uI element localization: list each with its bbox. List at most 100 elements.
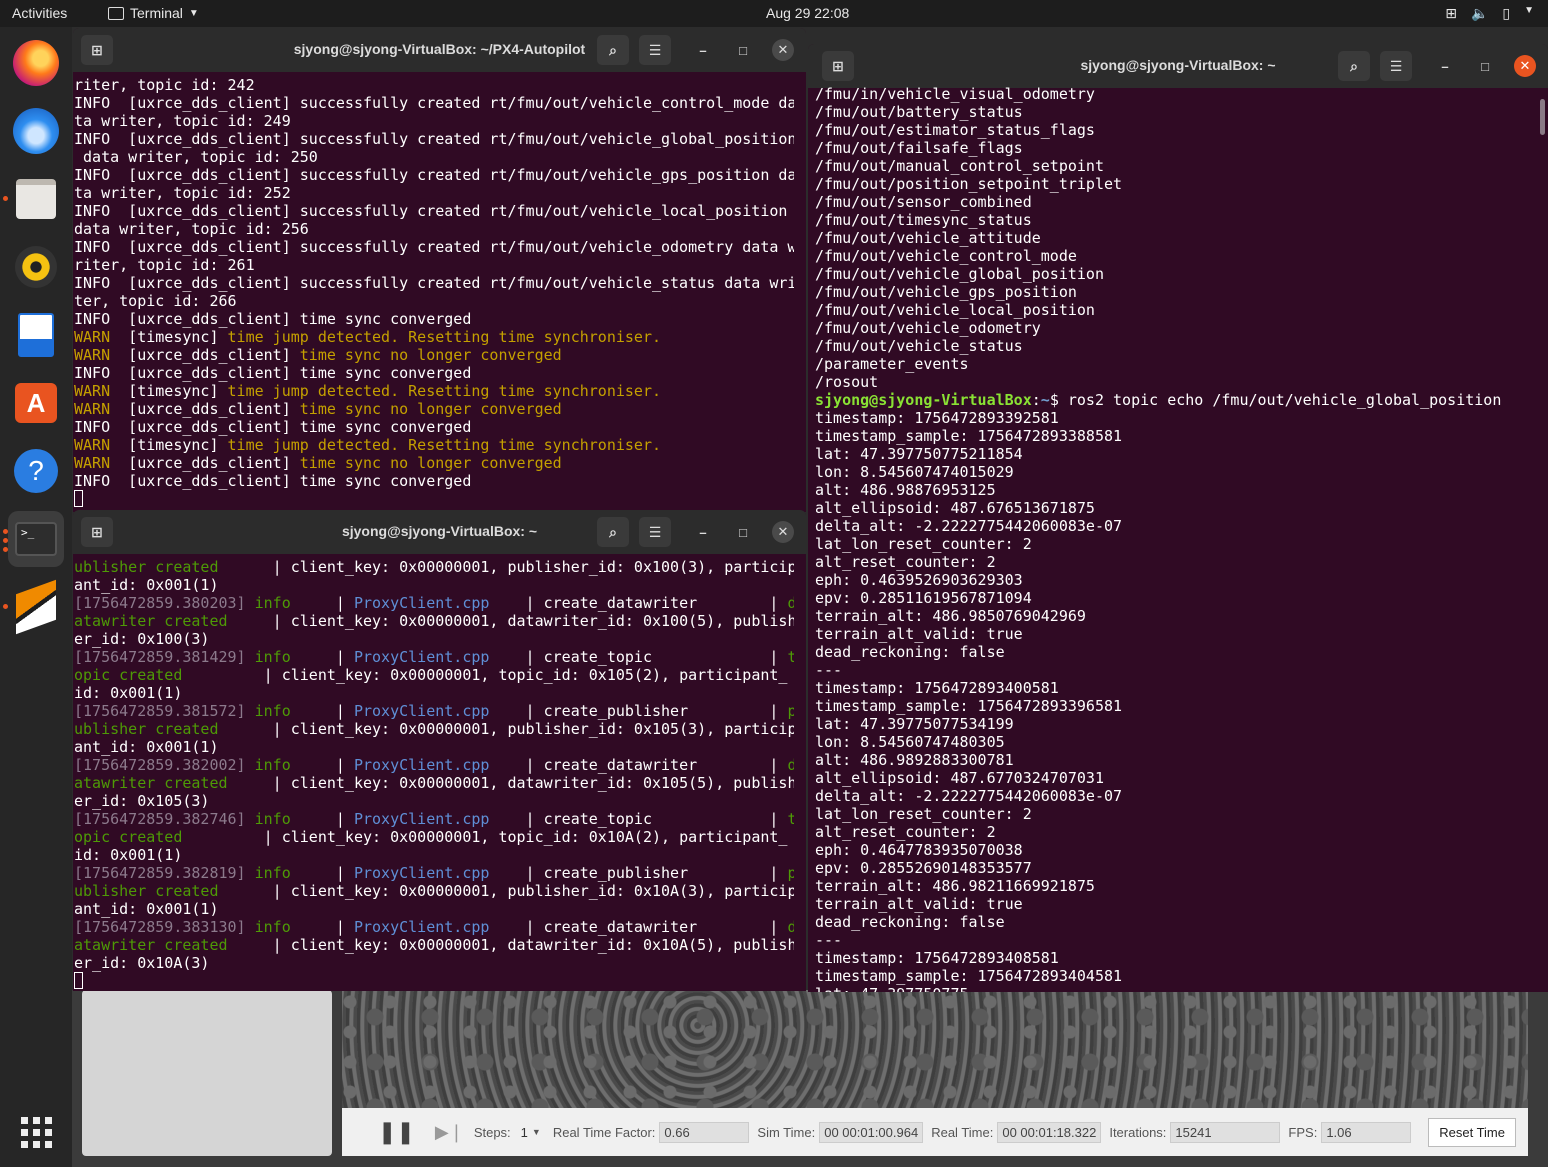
terminal-text: [1756472859.381429]	[74, 648, 255, 666]
terminal-text: |	[290, 756, 354, 774]
terminal-line: ta writer, topic id: 249	[74, 112, 794, 130]
terminal-line: INFO [uxrce_dds_client] time sync conver…	[74, 472, 794, 490]
terminal-text: atawriter created	[74, 936, 228, 954]
terminal-line: terrain_alt_valid: true	[815, 625, 1536, 643]
terminal-line: terrain_alt_valid: true	[815, 895, 1536, 913]
terminal-text: |	[290, 648, 354, 666]
terminal-line: INFO [uxrce_dds_client] successfully cre…	[74, 238, 794, 256]
terminal-text: | client_key: 0x00000001, datawriter_id:…	[227, 936, 794, 954]
terminal-text: ter, topic id: 266	[74, 292, 237, 310]
show-apps-button[interactable]	[8, 1104, 64, 1160]
search-icon: ⌕	[609, 41, 617, 58]
clock[interactable]: Aug 29 22:08	[766, 5, 849, 21]
terminal-text: terrain_alt_valid: true	[815, 895, 1023, 913]
activities-button[interactable]: Activities	[12, 5, 67, 21]
terminal-line: data writer, topic id: 250	[74, 148, 794, 166]
qgroundcontrol-icon	[16, 579, 56, 635]
minimize-button[interactable]: –	[692, 521, 714, 543]
titlebar[interactable]: ⊞ sjyong@sjyong-VirtualBox: ~/PX4-Autopi…	[73, 28, 806, 72]
terminal-text: terrain_alt: 486.98211669921875	[815, 877, 1095, 895]
terminal-text: WARN	[74, 346, 129, 364]
firefox-launcher[interactable]	[8, 35, 64, 91]
dock: A ? >_	[0, 27, 72, 1167]
terminal-text: INFO [uxrce_dds_client] successfully cre…	[74, 130, 794, 148]
close-button[interactable]: ✕	[772, 39, 794, 61]
terminal-line: alt_reset_counter: 2	[815, 823, 1536, 841]
menu-button[interactable]: ☰	[639, 35, 671, 65]
software-launcher[interactable]: A	[8, 375, 64, 431]
terminal-output[interactable]: ublisher created | client_key: 0x0000000…	[74, 558, 794, 991]
system-tray[interactable]: ⊞ 🔈 ▯ ▼	[1445, 5, 1534, 22]
terminal-text: ta writer, topic id: 249	[74, 112, 291, 130]
minimize-icon: –	[699, 42, 707, 58]
writer-launcher[interactable]	[8, 307, 64, 363]
iterations-field: 15241	[1170, 1121, 1281, 1143]
app-menu-button[interactable]: Terminal ▼	[108, 5, 199, 21]
terminal-window-topic-echo[interactable]: ⊞ sjyong@sjyong-VirtualBox: ~ ⌕ ☰ – □ ✕ …	[808, 44, 1548, 992]
terminal-launcher[interactable]: >_	[3, 511, 64, 567]
terminal-line: ta writer, topic id: 252	[74, 184, 794, 202]
terminal-text: alt_reset_counter: 2	[815, 823, 996, 841]
titlebar[interactable]: ⊞ sjyong@sjyong-VirtualBox: ~ ⌕ ☰ – □ ✕	[808, 44, 1548, 88]
terminal-line: atawriter created | client_key: 0x000000…	[74, 936, 794, 954]
terminal-line: [1756472859.381572] info | ProxyClient.c…	[74, 702, 794, 720]
terminal-window-agent[interactable]: ⊞ sjyong@sjyong-VirtualBox: ~ ⌕ ☰ – □ ✕ …	[73, 510, 806, 991]
fps-field: 1.06	[1321, 1121, 1412, 1143]
minimize-icon: –	[699, 524, 707, 540]
reset-time-button[interactable]: Reset Time	[1428, 1117, 1516, 1147]
minimize-button[interactable]: –	[1434, 55, 1456, 77]
terminal-line: ter, topic id: 266	[74, 292, 794, 310]
terminal-output[interactable]: riter, topic id: 242 INFO [uxrce_dds_clie…	[74, 76, 794, 512]
steps-value[interactable]: 1	[521, 1125, 528, 1140]
help-launcher[interactable]: ?	[8, 443, 64, 499]
terminal-text: t	[787, 810, 794, 828]
terminal-text: /fmu/out/manual_control_setpoint	[815, 157, 1104, 175]
terminal-text: d	[787, 918, 794, 936]
terminal-line: timestamp_sample: 1756472893396581	[815, 697, 1536, 715]
terminal-window-px4[interactable]: ⊞ sjyong@sjyong-VirtualBox: ~/PX4-Autopi…	[73, 28, 806, 512]
files-launcher[interactable]	[3, 171, 64, 227]
terminal-text: dead_reckoning: false	[815, 643, 1005, 661]
menu-button[interactable]: ☰	[639, 517, 671, 547]
scrollbar-thumb[interactable]	[1540, 99, 1545, 135]
terminal-line: alt_reset_counter: 2	[815, 553, 1536, 571]
search-button[interactable]: ⌕	[597, 35, 629, 65]
terminal-text: [1756472859.380203]	[74, 594, 255, 612]
gazebo-3d-viewport[interactable]	[342, 990, 1528, 1108]
terminal-text: INFO [uxrce_dds_client] successfully cre…	[74, 238, 794, 256]
close-button[interactable]: ✕	[1514, 55, 1536, 77]
app-menu-label: Terminal	[130, 5, 183, 21]
terminal-text: |	[290, 864, 354, 882]
titlebar[interactable]: ⊞ sjyong@sjyong-VirtualBox: ~ ⌕ ☰ – □ ✕	[73, 510, 806, 554]
terminal-line: /fmu/out/vehicle_attitude	[815, 229, 1536, 247]
thunderbird-launcher[interactable]	[8, 103, 64, 159]
terminal-text: /fmu/in/vehicle_visual_odometry	[815, 85, 1095, 103]
terminal-text: epv: 0.28511619567871094	[815, 589, 1032, 607]
close-button[interactable]: ✕	[772, 521, 794, 543]
real-time-field: 00 00:01:18.322	[997, 1121, 1102, 1143]
menu-button[interactable]: ☰	[1380, 51, 1412, 81]
terminal-text: p	[787, 864, 794, 882]
terminal-text: [1756472859.382746]	[74, 810, 255, 828]
terminal-text: [timesync]	[128, 382, 228, 400]
terminal-text: | create_topic |	[489, 810, 788, 828]
terminal-text: | client_key: 0x00000001, publisher_id: …	[218, 558, 794, 576]
terminal-line: alt: 486.98876953125	[815, 481, 1536, 499]
terminal-text: ---	[815, 931, 843, 949]
search-button[interactable]: ⌕	[597, 517, 629, 547]
terminal-text: ProxyClient.cpp	[353, 756, 490, 774]
maximize-button[interactable]: □	[732, 39, 754, 61]
terminal-output[interactable]: /fmu/in/vehicle_visual_odometry/fmu/out/…	[815, 85, 1536, 992]
maximize-button[interactable]: □	[1474, 55, 1496, 77]
terminal-line: alt: 486.9892883300781	[815, 751, 1536, 769]
minimize-button[interactable]: –	[692, 39, 714, 61]
maximize-button[interactable]: □	[732, 521, 754, 543]
text-cursor	[74, 972, 83, 989]
pause-button[interactable]: ❚❚	[378, 1119, 415, 1145]
terminal-line: INFO [uxrce_dds_client] successfully cre…	[74, 274, 794, 292]
rhythmbox-launcher[interactable]	[8, 239, 64, 295]
terminal-line: /fmu/in/vehicle_visual_odometry	[815, 85, 1536, 103]
step-button[interactable]: ▶❘	[435, 1122, 464, 1143]
qgroundcontrol-launcher[interactable]	[3, 579, 64, 635]
search-button[interactable]: ⌕	[1338, 51, 1370, 81]
